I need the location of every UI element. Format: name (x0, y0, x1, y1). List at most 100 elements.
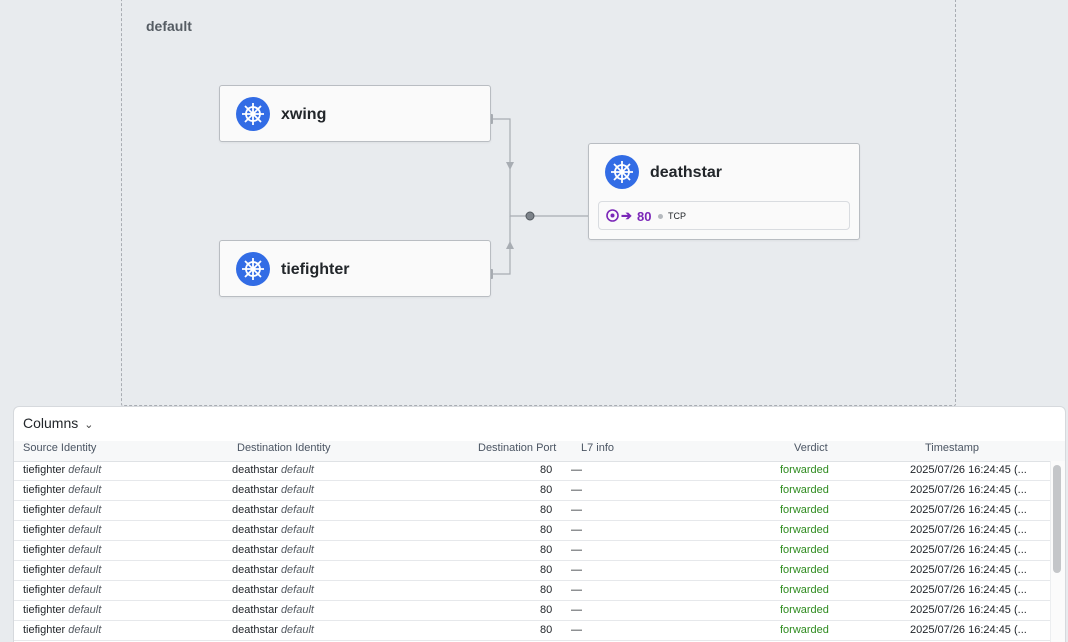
destination-identity: deathstar default (232, 484, 314, 496)
table-body: tiefighter default deathstar default 80— fo… (14, 461, 1054, 641)
source-name: tiefighter (23, 604, 66, 616)
service-card-deathstar[interactable]: deathstar ➔ 80 TCP (588, 143, 860, 240)
source-namespace: default (68, 584, 102, 596)
source-identity: tiefighter default (23, 604, 101, 616)
destination-port: 80 (540, 524, 553, 536)
timestamp: 2025/07/26 16:24:45 (... (910, 624, 1027, 636)
columns-label: Columns (23, 415, 79, 431)
service-name: xwing (281, 106, 327, 123)
destination-identity: deathstar default (232, 564, 314, 576)
timestamp: 2025/07/26 16:24:45 (... (910, 564, 1027, 576)
destination-port: 80 (540, 624, 553, 636)
table-row[interactable]: tiefighter default deathstar default 80— fo… (14, 561, 1054, 581)
timestamp: 2025/07/26 16:24:45 (... (910, 604, 1027, 616)
verdict: forwarded (780, 464, 829, 476)
header-l7[interactable]: L7 info (581, 442, 614, 454)
service-card-tiefighter[interactable]: tiefighter (219, 240, 491, 297)
scrollbar-thumb[interactable] (1053, 465, 1061, 573)
destination-port: 80 (540, 544, 553, 556)
l7-info: — (571, 484, 582, 496)
destination-namespace: default (280, 524, 314, 536)
destination-identity: deathstar default (232, 504, 314, 516)
timestamp: 2025/07/26 16:24:45 (... (910, 584, 1027, 596)
header-source[interactable]: Source Identity (23, 442, 96, 454)
destination-namespace: default (280, 504, 314, 516)
source-name: tiefighter (23, 464, 66, 476)
source-name: tiefighter (23, 504, 66, 516)
destination-port: 80 (540, 564, 553, 576)
port-row[interactable]: ➔ 80 TCP (598, 201, 850, 230)
source-namespace: default (68, 564, 102, 576)
destination-name: deathstar (232, 484, 278, 496)
source-namespace: default (68, 604, 102, 616)
arrow-right-icon: ➔ (621, 208, 632, 223)
header-timestamp[interactable]: Timestamp (925, 442, 979, 454)
destination-identity: deathstar default (232, 604, 314, 616)
destination-name: deathstar (232, 624, 278, 636)
destination-port: 80 (540, 604, 553, 616)
table-row[interactable]: tiefighter default deathstar default 80— fo… (14, 501, 1054, 521)
table-row[interactable]: tiefighter default deathstar default 80— fo… (14, 601, 1054, 621)
table-row[interactable]: tiefighter default deathstar default 80— fo… (14, 541, 1054, 561)
destination-port: 80 (540, 464, 553, 476)
source-name: tiefighter (23, 484, 66, 496)
destination-name: deathstar (232, 464, 278, 476)
destination-namespace: default (280, 624, 314, 636)
kubernetes-icon (236, 97, 270, 131)
verdict: forwarded (780, 584, 829, 596)
kubernetes-icon (236, 252, 270, 286)
source-identity: tiefighter default (23, 584, 101, 596)
l7-info: — (571, 504, 582, 516)
destination-name: deathstar (232, 504, 278, 516)
timestamp: 2025/07/26 16:24:45 (... (910, 464, 1027, 476)
source-namespace: default (68, 484, 102, 496)
table-row[interactable]: tiefighter default deathstar default 80— fo… (14, 621, 1054, 641)
table-row[interactable]: tiefighter default deathstar default 80 — fo… (14, 581, 1054, 601)
table-row[interactable]: tiefighter default deathstar default 80— fo… (14, 481, 1054, 501)
destination-name: deathstar (232, 604, 278, 616)
verdict: forwarded (780, 604, 829, 616)
table-row[interactable]: tiefighter default deathstar default 80— fo… (14, 521, 1054, 541)
destination-identity: deathstar default (232, 464, 314, 476)
separator-dot (658, 214, 663, 219)
destination-namespace: default (280, 604, 314, 616)
chevron-down-icon: ⌄ (84, 419, 94, 431)
l7-info: — (571, 604, 582, 616)
port-number: 80 (637, 209, 652, 224)
destination-port: 80 (540, 484, 553, 496)
source-namespace: default (68, 524, 102, 536)
verdict: forwarded (780, 544, 829, 556)
header-destination[interactable]: Destination Identity (237, 442, 331, 454)
source-identity: tiefighter default (23, 484, 101, 496)
port-target-icon (606, 209, 619, 222)
source-name: tiefighter (23, 564, 66, 576)
destination-name: deathstar (232, 544, 278, 556)
table-row[interactable]: tiefighter default deathstar default 80— fo… (14, 461, 1054, 481)
source-name: tiefighter (23, 524, 66, 536)
destination-name: deathstar (232, 564, 278, 576)
destination-port: 80 (540, 504, 553, 516)
source-namespace: default (68, 464, 102, 476)
source-identity: tiefighter default (23, 524, 101, 536)
table-header: Source Identity Destination Identity Des… (14, 441, 1065, 462)
source-identity: tiefighter default (23, 464, 101, 476)
source-namespace: default (68, 544, 102, 556)
l7-info: — (571, 584, 582, 596)
timestamp: 2025/07/26 16:24:45 (... (910, 504, 1027, 516)
header-port[interactable]: Destination Port (478, 442, 556, 454)
header-verdict[interactable]: Verdict (794, 442, 828, 454)
flow-connectors (488, 114, 588, 279)
source-namespace: default (68, 504, 102, 516)
service-card-xwing[interactable]: xwing (219, 85, 491, 142)
timestamp: 2025/07/26 16:24:45 (... (910, 544, 1027, 556)
source-identity: tiefighter default (23, 564, 101, 576)
service-name: tiefighter (281, 261, 350, 278)
destination-name: deathstar (232, 584, 278, 596)
verdict: forwarded (780, 524, 829, 536)
port-protocol: TCP (668, 211, 686, 221)
source-identity: tiefighter default (23, 544, 101, 556)
columns-button[interactable]: Columns ⌄ (23, 415, 93, 431)
destination-port: 80 (540, 584, 553, 596)
destination-identity: deathstar default (232, 524, 314, 536)
destination-namespace: default (280, 544, 314, 556)
